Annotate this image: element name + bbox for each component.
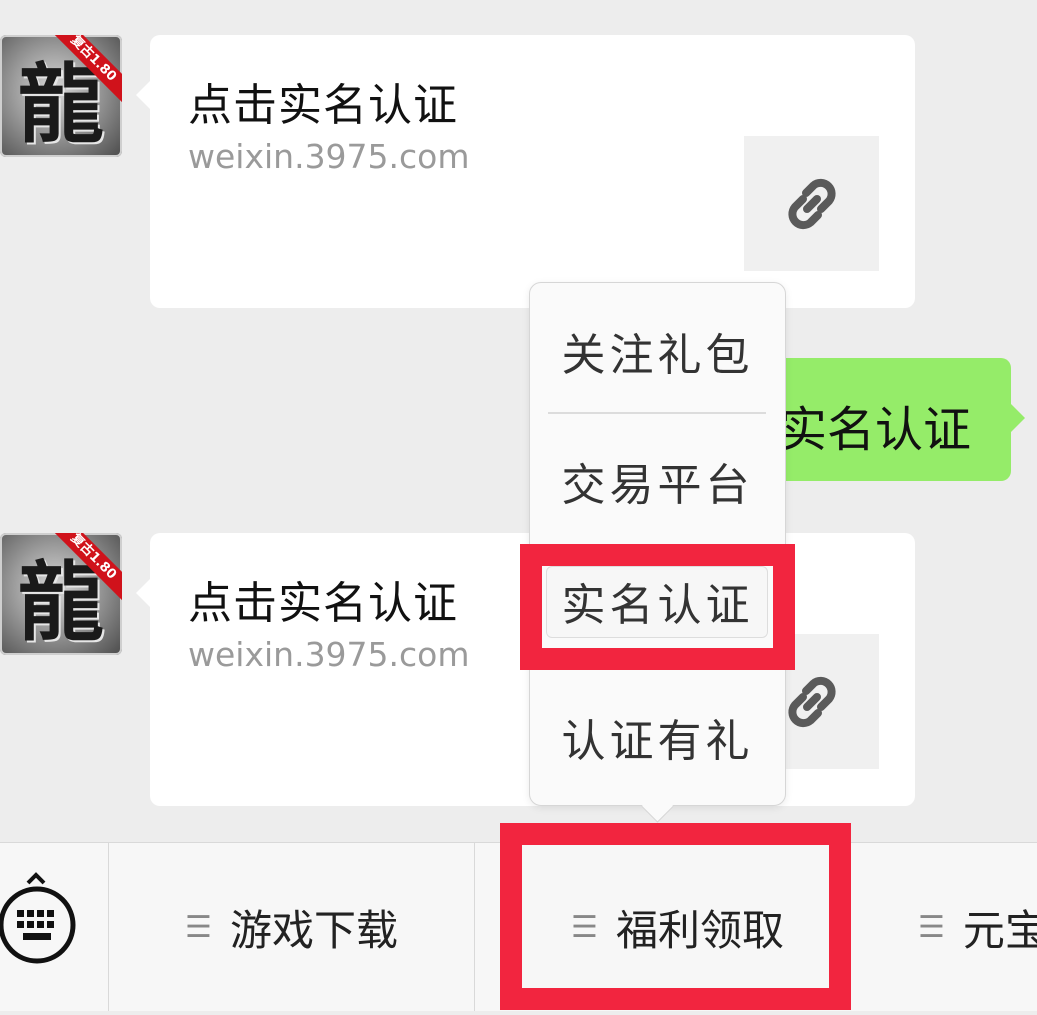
official-account-avatar[interactable]: 龍 复古1.80 <box>0 533 122 655</box>
submenu-divider <box>548 412 766 414</box>
avatar-glyph: 龍 <box>18 53 104 155</box>
menu-label: 游戏下载 <box>229 905 398 955</box>
link-card-url: weixin.3975.com <box>188 635 470 674</box>
link-card-message[interactable]: 点击实名认证 weixin.3975.com <box>136 35 915 308</box>
menu-list-icon: ☰ <box>185 909 212 945</box>
keyboard-icon <box>0 872 76 964</box>
submenu-item-verification-gift[interactable]: 认证有礼 <box>530 677 785 797</box>
link-icon <box>787 676 836 727</box>
annotation-menu-frame <box>500 823 851 1010</box>
avatar-glyph: 龍 <box>18 551 104 653</box>
menu-yuanbao[interactable]: ☰ 元宝 <box>890 843 1037 1011</box>
self-message-text: 实名认证 <box>778 402 971 458</box>
annotation-highlight-frame <box>520 544 795 670</box>
official-account-avatar[interactable]: 龍 复古1.80 <box>0 35 122 157</box>
menu-list-icon: ☰ <box>918 909 945 945</box>
link-card-title: 点击实名认证 <box>188 80 458 131</box>
link-icon <box>787 178 836 229</box>
link-card-thumbnail <box>744 136 879 271</box>
keyboard-toggle-button[interactable] <box>0 843 109 1011</box>
menu-game-download[interactable]: ☰ 游戏下载 <box>109 843 474 1011</box>
menu-label: 元宝 <box>962 905 1037 955</box>
link-card-title: 点击实名认证 <box>188 578 458 629</box>
submenu-item-trading-platform[interactable]: 交易平台 <box>530 421 785 541</box>
submenu-item-follow-gift[interactable]: 关注礼包 <box>530 291 785 411</box>
chat-area: 龍 复古1.80 点击实名认证 weixin.3975.com 实名认证 龍 复… <box>0 0 1037 842</box>
link-card-url: weixin.3975.com <box>188 137 470 176</box>
